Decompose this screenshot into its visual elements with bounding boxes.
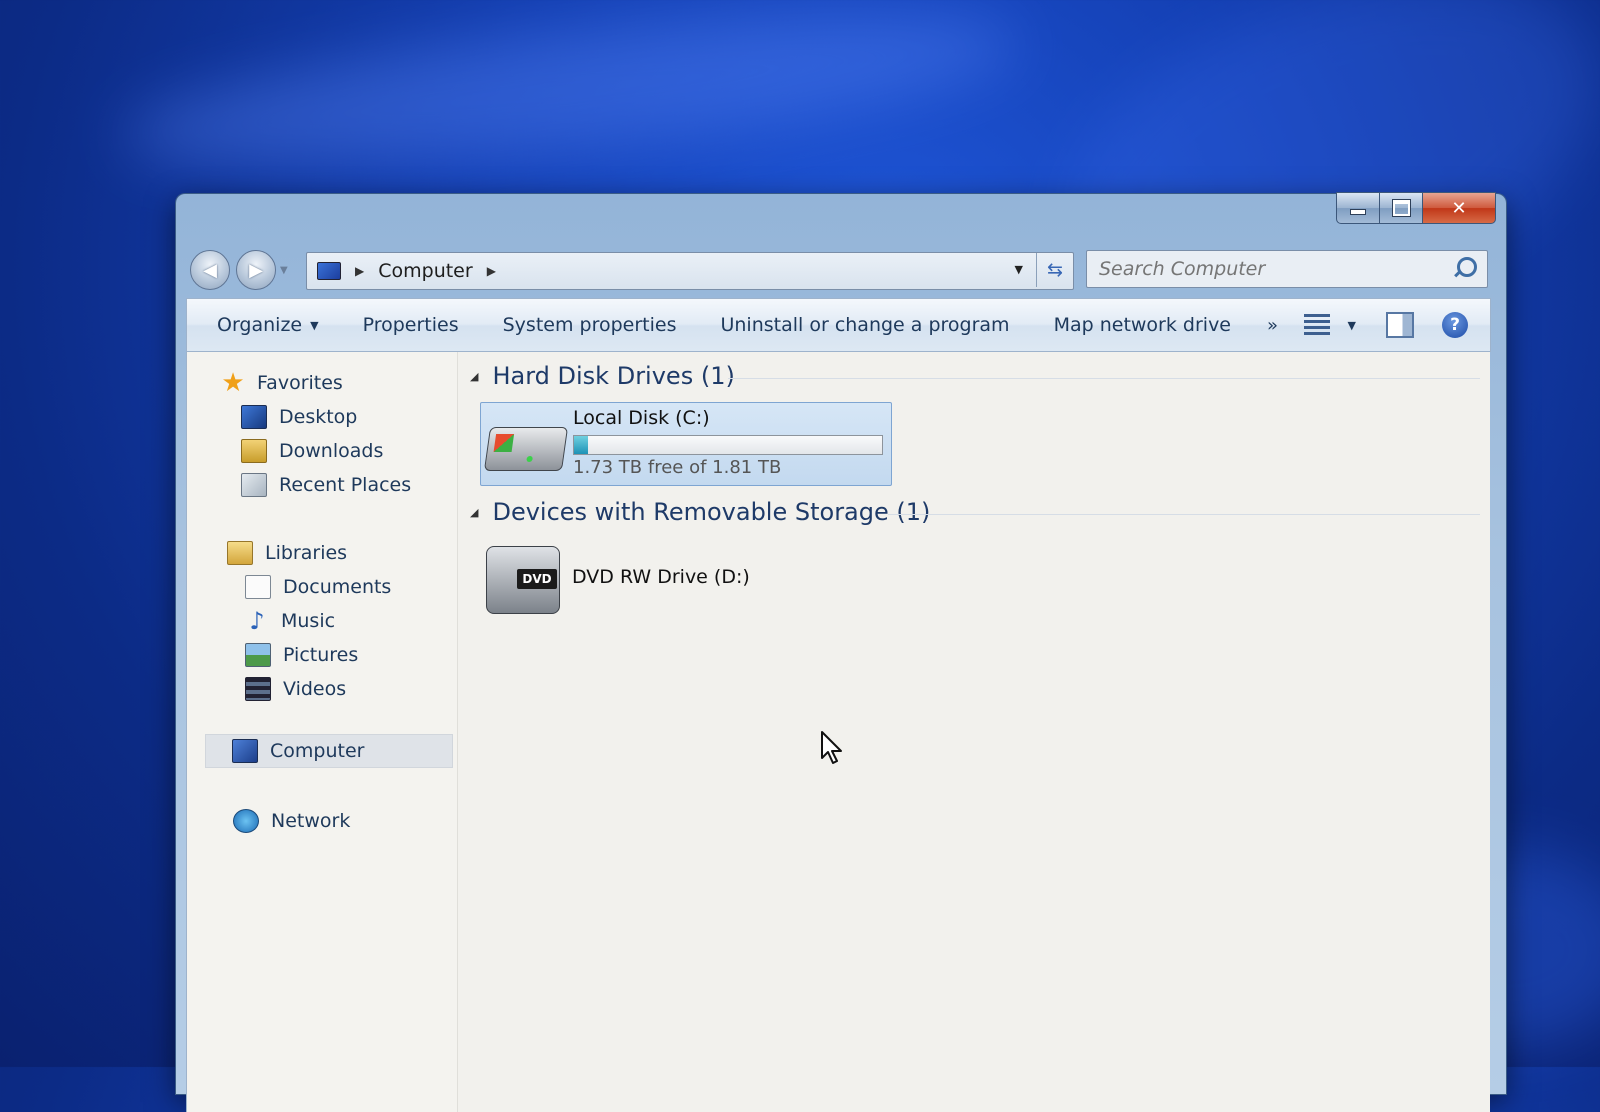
desktop-icon <box>241 405 267 429</box>
address-bar[interactable]: ▶ Computer ▶ ▼ ⇆ <box>306 252 1074 290</box>
chevron-down-icon[interactable]: ▼ <box>1348 319 1356 332</box>
group-header-hard-disk-drives[interactable]: ◢ Hard Disk Drives (1) <box>470 362 735 390</box>
search-box[interactable] <box>1086 250 1488 288</box>
forward-arrow-icon: ▶ <box>249 259 263 281</box>
uninstall-program-button[interactable]: Uninstall or change a program <box>698 299 1031 351</box>
back-arrow-icon: ◀ <box>203 259 217 281</box>
maximize-icon <box>1392 200 1410 216</box>
search-icon[interactable] <box>1457 257 1477 277</box>
documents-icon <box>245 575 271 599</box>
forward-button[interactable]: ▶ <box>236 250 276 290</box>
sidebar-item-videos[interactable]: Videos <box>245 674 346 704</box>
music-note-icon: ♪ <box>249 607 265 635</box>
recent-places-icon <box>241 473 267 497</box>
maximize-button[interactable] <box>1380 192 1423 224</box>
close-button[interactable]: ✕ <box>1423 192 1496 224</box>
navigation-buttons: ◀ ▶ ▼ <box>190 250 288 290</box>
group-divider <box>888 514 1480 515</box>
minimize-button[interactable] <box>1336 192 1380 224</box>
sidebar-item-music[interactable]: ♪ Music <box>245 606 335 636</box>
breadcrumb-chevron-icon[interactable]: ▶ <box>355 264 364 278</box>
local-disk-c-tile[interactable]: Local Disk (C:) 1.73 TB free of 1.81 TB <box>480 402 892 486</box>
close-icon: ✕ <box>1451 197 1467 219</box>
sidebar-item-favorites[interactable]: ★ Favorites <box>221 368 343 398</box>
downloads-folder-icon <box>241 439 267 463</box>
drive-name: DVD RW Drive (D:) <box>572 566 750 588</box>
hard-drive-icon <box>483 427 569 471</box>
film-strip-icon <box>245 677 271 701</box>
sidebar-item-label: Desktop <box>279 406 358 428</box>
uninstall-program-label: Uninstall or change a program <box>720 314 1010 336</box>
organize-button[interactable]: Organize ▼ <box>187 299 341 351</box>
group-divider <box>728 378 1480 379</box>
more-commands-button[interactable]: » <box>1253 299 1292 351</box>
wallpaper-streak <box>116 0 1024 197</box>
network-globe-icon <box>233 809 259 833</box>
collapse-triangle-icon[interactable]: ◢ <box>470 506 478 519</box>
map-network-drive-label: Map network drive <box>1053 314 1231 336</box>
sidebar-item-label: Pictures <box>283 644 359 666</box>
system-properties-button[interactable]: System properties <box>481 299 699 351</box>
star-icon: ★ <box>221 368 245 398</box>
sidebar-item-libraries[interactable]: Libraries <box>227 538 347 568</box>
dvd-badge: DVD <box>517 569 557 589</box>
map-network-drive-button[interactable]: Map network drive <box>1032 299 1253 351</box>
group-title: Hard Disk Drives (1) <box>492 362 735 390</box>
collapse-triangle-icon[interactable]: ◢ <box>470 370 478 383</box>
drive-free-space: 1.73 TB free of 1.81 TB <box>573 457 782 478</box>
sidebar-item-network[interactable]: Network <box>233 806 350 836</box>
sidebar-item-label: Computer <box>270 740 365 762</box>
pictures-icon <box>245 643 271 667</box>
libraries-icon <box>227 541 253 565</box>
minimize-icon <box>1350 209 1366 215</box>
sidebar-item-label: Network <box>271 810 351 832</box>
group-header-removable-storage[interactable]: ◢ Devices with Removable Storage (1) <box>470 498 930 526</box>
recent-pages-dropdown[interactable]: ▼ <box>280 265 288 276</box>
sidebar-item-desktop[interactable]: Desktop <box>241 402 357 432</box>
sidebar-item-documents[interactable]: Documents <box>245 572 391 602</box>
caption-buttons: ✕ <box>1336 192 1496 224</box>
refresh-button[interactable]: ⇆ <box>1036 253 1073 287</box>
dvd-rw-drive-d[interactable]: DVD DVD RW Drive (D:) <box>486 542 786 622</box>
computer-icon <box>232 739 258 763</box>
drive-name: Local Disk (C:) <box>573 407 710 429</box>
sidebar-item-recent-places[interactable]: Recent Places <box>241 470 411 500</box>
properties-label: Properties <box>362 314 459 336</box>
breadcrumb-computer[interactable]: Computer <box>378 260 472 282</box>
organize-label: Organize <box>217 314 303 336</box>
explorer-window: ✕ ◀ ▶ ▼ ▶ Computer ▶ ▼ ⇆ Organize ▼ Prop… <box>176 192 1506 1112</box>
group-title: Devices with Removable Storage (1) <box>492 498 931 526</box>
sidebar-item-label: Downloads <box>279 440 384 462</box>
properties-button[interactable]: Properties <box>341 299 481 351</box>
sidebar-item-label: Libraries <box>265 542 348 564</box>
sidebar-item-downloads[interactable]: Downloads <box>241 436 383 466</box>
drive-usage-bar <box>573 435 883 455</box>
drive-usage-fill <box>574 436 588 454</box>
content-pane: ◢ Hard Disk Drives (1) Local Disk (C:) 1… <box>458 352 1490 1112</box>
sidebar-item-label: Favorites <box>257 372 343 394</box>
back-button[interactable]: ◀ <box>190 250 230 290</box>
sidebar-item-label: Recent Places <box>279 474 412 496</box>
breadcrumb-chevron-icon[interactable]: ▶ <box>487 264 496 278</box>
computer-icon <box>317 262 341 280</box>
chevron-down-icon: ▼ <box>310 318 319 332</box>
navigation-pane: ★ Favorites Desktop Downloads Recent Pla… <box>187 352 458 1112</box>
help-icon[interactable]: ? <box>1442 312 1468 338</box>
refresh-icon: ⇆ <box>1047 259 1063 281</box>
toolbar-right-group: ▼ ? <box>1303 299 1490 351</box>
sidebar-item-label: Videos <box>283 678 347 700</box>
sidebar-item-label: Music <box>281 610 336 632</box>
system-properties-label: System properties <box>502 314 677 336</box>
preview-pane-icon[interactable] <box>1386 312 1414 338</box>
search-input[interactable] <box>1087 251 1441 287</box>
sidebar-item-pictures[interactable]: Pictures <box>245 640 358 670</box>
sidebar-item-computer[interactable]: Computer <box>205 734 453 768</box>
address-dropdown-icon[interactable]: ▼ <box>1015 263 1023 276</box>
dvd-drive-icon: DVD <box>486 546 560 614</box>
command-bar: Organize ▼ Properties System properties … <box>186 298 1491 352</box>
sidebar-item-label: Documents <box>283 576 392 598</box>
views-icon[interactable] <box>1303 314 1330 336</box>
